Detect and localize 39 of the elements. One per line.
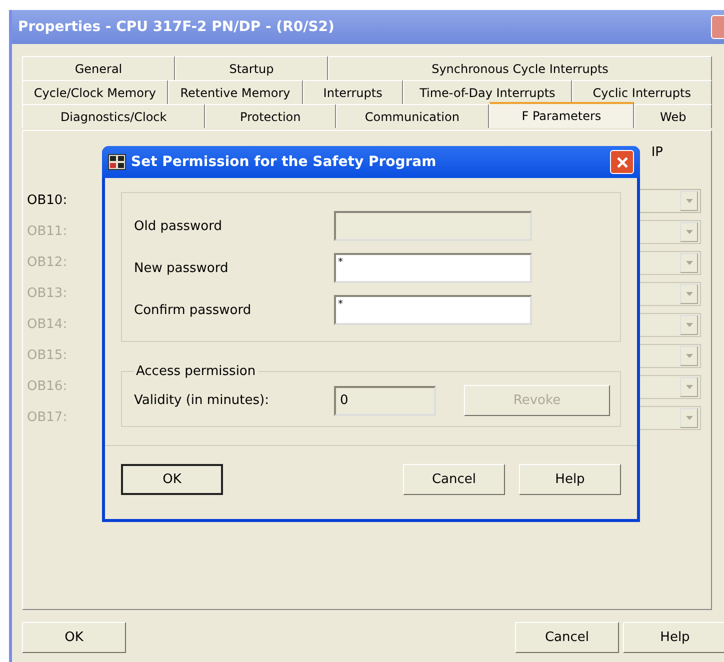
ob-label: OB12: — [27, 255, 68, 270]
tab[interactable]: Synchronous Cycle Interrupts — [328, 56, 712, 80]
tab[interactable]: Time-of-Day Interrupts — [403, 80, 572, 104]
ok-button[interactable]: OK — [22, 622, 126, 653]
field-label: New password — [134, 260, 230, 276]
help-button[interactable]: Help — [623, 622, 724, 653]
tab[interactable]: General — [22, 56, 175, 80]
field-label: Confirm password — [134, 302, 252, 318]
ob-label: OB14: — [27, 317, 68, 332]
dialog-title: Set Permission for the Safety Program — [131, 154, 438, 170]
tab[interactable]: Cyclic Interrupts — [572, 80, 712, 104]
ob-label: OB13: — [27, 286, 68, 301]
tab[interactable]: Retentive Memory — [168, 80, 303, 104]
dialog-button[interactable]: OK — [121, 464, 223, 495]
dialog-button[interactable]: Help — [519, 464, 621, 495]
tab[interactable]: Protection — [205, 104, 336, 128]
password-field[interactable]: * — [334, 253, 532, 283]
column-heading: IP — [651, 145, 663, 162]
dialog-button[interactable]: Cancel — [403, 464, 505, 495]
tab[interactable]: Web — [634, 104, 712, 128]
cancel-button[interactable]: Cancel — [515, 622, 619, 653]
tab[interactable]: Interrupts — [302, 80, 404, 104]
tab[interactable]: Diagnostics/Clock — [22, 104, 206, 128]
ob-label: OB10: — [27, 193, 68, 208]
ob-label: OB17: — [27, 410, 68, 425]
ob-label: OB16: — [27, 379, 68, 394]
tab[interactable]: F Parameters — [488, 102, 634, 128]
field-label: Validity (in minutes): — [134, 393, 270, 408]
field-label: Old password — [134, 218, 223, 234]
window-title: Properties - CPU 317F-2 PN/DP - (R0/S2) — [18, 19, 336, 35]
ob-label: OB15: — [27, 348, 68, 363]
tab[interactable]: Communication — [336, 104, 489, 128]
app-icon — [108, 154, 126, 170]
ob-label: OB11: — [27, 224, 68, 239]
password-field[interactable]: * — [334, 295, 532, 325]
tab[interactable]: Startup — [175, 56, 328, 80]
tab[interactable]: Cycle/Clock Memory — [22, 80, 168, 104]
group-title: Access permission — [135, 364, 257, 379]
validity-field[interactable]: 0 — [334, 386, 436, 416]
